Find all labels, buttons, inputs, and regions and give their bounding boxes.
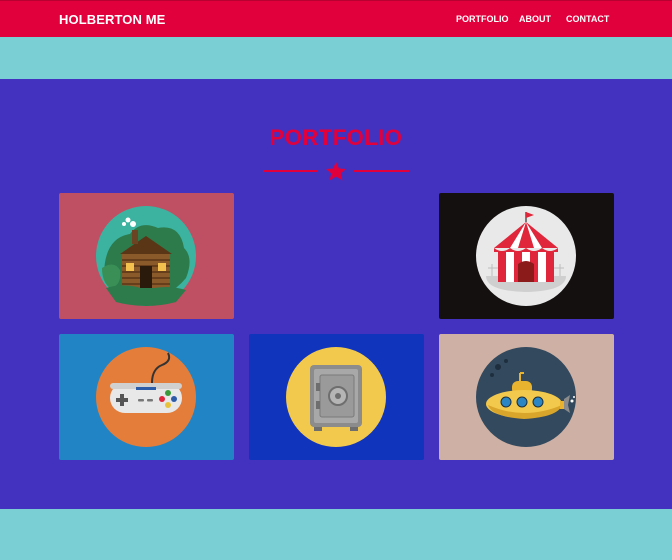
portfolio-section: PORTFOLIO: [0, 79, 672, 509]
nav-link-about[interactable]: ABOUT: [519, 14, 551, 24]
portfolio-item-safe[interactable]: [249, 334, 424, 460]
navbar: HOLBERTON ME PORTFOLIO ABOUT CONTACT: [0, 0, 672, 37]
star-icon: [326, 162, 346, 181]
circus-tent-icon: [476, 206, 576, 306]
portfolio-item-circus[interactable]: [439, 193, 614, 319]
portfolio-item-cabin[interactable]: [59, 193, 234, 319]
cabin-icon: [96, 206, 196, 306]
nav-link-portfolio[interactable]: PORTFOLIO: [456, 14, 509, 24]
star-divider: [263, 162, 409, 181]
safe-icon: [286, 347, 386, 447]
nav-link-contact[interactable]: CONTACT: [566, 14, 609, 24]
game-controller-icon: [96, 347, 196, 447]
portfolio-title: PORTFOLIO: [269, 125, 403, 150]
portfolio-item-controller[interactable]: [59, 334, 234, 460]
portfolio-item-submarine[interactable]: [439, 334, 614, 460]
brand-logo[interactable]: HOLBERTON ME: [59, 12, 165, 27]
submarine-icon: [476, 347, 576, 447]
